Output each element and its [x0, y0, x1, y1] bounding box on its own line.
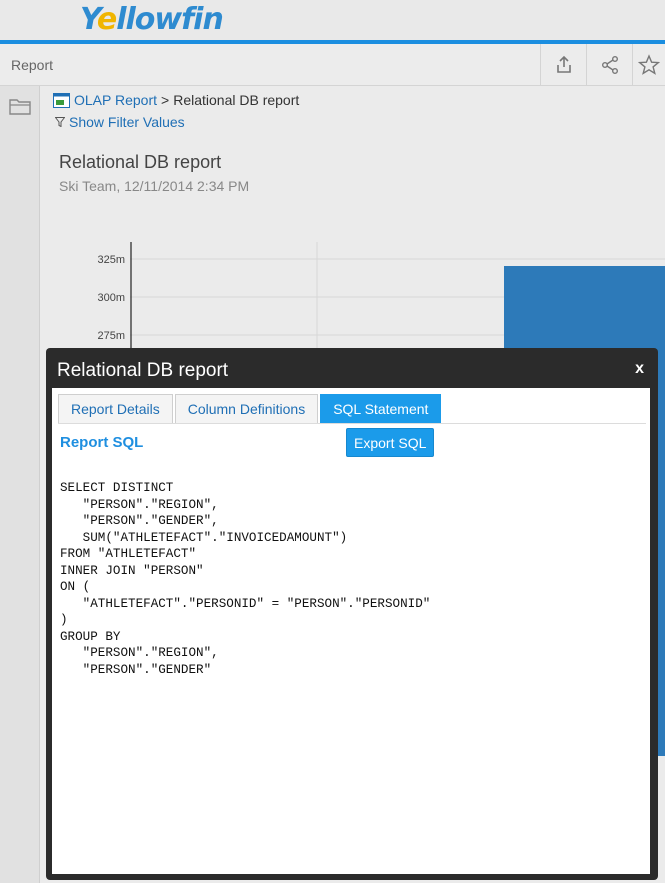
export-button[interactable]	[540, 44, 586, 86]
report-toolbar: Report	[0, 44, 665, 86]
sql-statement-text: SELECT DISTINCT "PERSON"."REGION", "PERS…	[60, 481, 431, 677]
sql-dialog: Relational DB report x Report Details Co…	[46, 348, 658, 880]
export-sql-button[interactable]: Export SQL	[346, 428, 435, 457]
breadcrumb: OLAP Report > Relational DB report	[53, 92, 299, 108]
y-tick-label: 275m	[97, 330, 125, 342]
tab-column-definitions[interactable]: Column Definitions	[174, 394, 319, 424]
logo-text-2: e	[96, 2, 117, 37]
tab-sql-statement[interactable]: SQL Statement	[320, 394, 442, 424]
report-title: Relational DB report	[59, 152, 222, 172]
report-sql-heading: Report SQL	[60, 434, 144, 451]
breadcrumb-current: Relational DB report	[173, 92, 300, 108]
left-side-rail	[0, 86, 40, 883]
toolbar-title: Report	[11, 57, 54, 73]
report-icon	[53, 92, 70, 108]
tabs-divider	[58, 423, 646, 424]
dialog-body: Report Details Column Definitions SQL St…	[52, 388, 650, 874]
share-icon	[601, 56, 618, 74]
folder-icon[interactable]	[8, 96, 32, 116]
dialog-title: Relational DB report	[57, 360, 229, 381]
dialog-tabs: Report Details Column Definitions SQL St…	[58, 394, 443, 424]
favourite-button[interactable]	[632, 44, 665, 86]
show-filter-values-link[interactable]: Show Filter Values	[55, 114, 185, 130]
logo-text-1: Y	[80, 2, 98, 37]
tab-report-details[interactable]: Report Details	[58, 394, 173, 424]
dialog-close-button[interactable]: x	[635, 360, 644, 378]
export-icon	[556, 55, 571, 73]
filter-icon	[55, 117, 65, 127]
y-tick-label: 325m	[97, 254, 125, 266]
y-tick-label: 300m	[97, 292, 125, 304]
breadcrumb-separator: >	[161, 92, 170, 108]
star-icon	[638, 54, 660, 75]
yellowfin-logo[interactable]: Yellowfin	[80, 2, 224, 37]
breadcrumb-parent-link[interactable]: OLAP Report	[74, 92, 157, 108]
report-subtitle: Ski Team, 12/11/2014 2:34 PM	[59, 178, 250, 194]
share-button[interactable]	[586, 44, 632, 86]
logo-text-3: llowfin	[116, 2, 224, 37]
app-header: Yellowfin	[0, 0, 665, 40]
show-filter-values-label: Show Filter Values	[69, 114, 185, 130]
